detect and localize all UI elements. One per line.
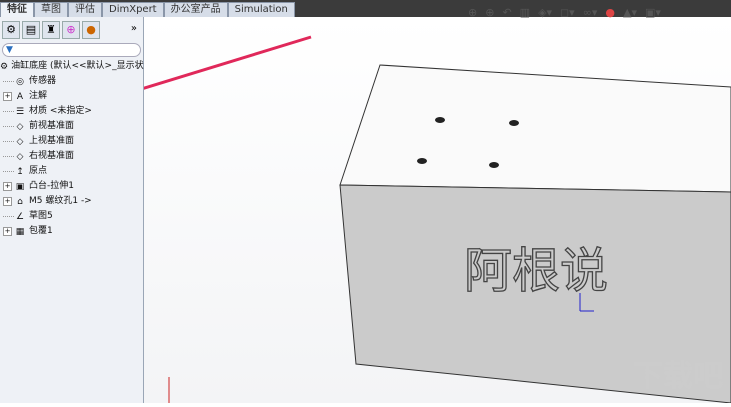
tree-item[interactable]: + ▣ 凸台-拉伸1 [0,179,143,194]
tree-line [3,111,14,112]
previous-view-icon[interactable]: ↶ [502,6,511,19]
tree-item[interactable]: ◎ 传感器 [0,74,143,89]
tree-line [3,126,14,127]
tree-line [3,171,14,172]
annotation-icon: A [16,91,24,102]
hide-show-icon[interactable]: ∞▾ [583,6,598,19]
extrude-icon: ▣ [15,181,25,192]
tree-item[interactable]: + A 注解 [0,89,143,104]
tree-item[interactable]: ◇ 上视基准面 [0,134,143,149]
expand-icon[interactable]: + [3,227,12,236]
display-tab-icon[interactable]: ● [82,21,100,39]
tree-item-label: 传感器 [29,76,57,86]
scene-icon[interactable]: ▲▾ [623,6,637,19]
material-icon: ☰ [15,106,25,117]
watermark: 下载吧 [633,359,723,394]
hole-icon: ⌂ [17,196,23,207]
tree-item[interactable]: ◇ 右视基准面 [0,149,143,164]
annotation-arrow [98,35,312,104]
origin-icon: ↥ [16,166,24,177]
tree-item-label: 前视基准面 [29,121,75,131]
sensor-icon: ◎ [16,76,24,87]
tree-item-label: 右视基准面 [29,151,75,161]
tab-features[interactable]: 特征 [0,2,34,18]
tree-item[interactable]: ∠ 草图5 [0,209,143,224]
view-settings-icon[interactable]: ▣▾ [645,6,661,19]
zoom-to-fit-icon[interactable]: ⊕ [468,6,477,19]
tree-item[interactable]: ↥ 原点 [0,164,143,179]
part-icon: ⚙ [0,61,9,72]
tab-dimxpert[interactable]: DimXpert [102,2,164,18]
expand-icon[interactable]: + [3,182,12,191]
tab-evaluate[interactable]: 评估 [68,2,102,18]
tree-item-label: 包覆1 [29,226,53,236]
tree-item[interactable]: ◇ 前视基准面 [0,119,143,134]
zoom-area-icon[interactable]: ⊕ [485,6,494,19]
dimxpert-tab-icon[interactable]: ⊕ [62,21,80,39]
command-tabs: 特征 草图 评估 DimXpert 办公室产品 Simulation [0,2,295,18]
plane-icon: ◇ [16,136,24,147]
box-top-face [339,64,731,193]
heads-up-toolbar: ⊕ ⊕ ↶ ▥ ◈▾ ◻▾ ∞▾ ● ▲▾ ▣▾ [468,6,661,19]
more-tabs-button[interactable]: » [131,23,137,34]
tree-item-label: 注解 [29,91,48,101]
tree-item-label: 凸台-拉伸1 [29,181,74,191]
feature-manager-panel: ⚙ ▤ ♜ ⊕ ● » ▼ ⚙ 油缸底座 (默认<<默认>_显示状 ◎ 传感器 + A 注解… [0,17,144,403]
tab-simulation[interactable]: Simulation [227,2,295,18]
tree-item[interactable]: ⚙ 油缸底座 (默认<<默认>_显示状 [0,59,144,74]
feature-tree: ⚙ 油缸底座 (默认<<默认>_显示状 ◎ 传感器 + A 注解 ☰ 材质 <未指定> ◇ 前视基准… [0,59,144,239]
section-view-icon[interactable]: ▥ [520,6,530,19]
tree-item-label: M5 螺纹孔1 -> [29,196,92,206]
property-tab-icon[interactable]: ▤ [22,21,40,39]
sketch-icon: ∠ [15,211,25,222]
filter-icon: ▼ [6,45,13,55]
filter-input[interactable]: ▼ [2,43,141,57]
tree-line [3,81,14,82]
feature-tree-tab-icon[interactable]: ⚙ [2,21,20,39]
tree-item[interactable]: ☰ 材质 <未指定> [0,104,143,119]
config-tab-icon[interactable]: ♜ [42,21,60,39]
plane-icon: ◇ [16,121,24,132]
wrap-icon: ▦ [15,226,25,237]
tab-sketch[interactable]: 草图 [34,2,68,18]
tab-office[interactable]: 办公室产品 [163,2,228,18]
tree-item-label: 上视基准面 [29,136,75,146]
tree-item-label: 材质 <未指定> [29,106,92,116]
tree-line [3,156,14,157]
tree-item-label: 草图5 [29,211,53,221]
tree-item-label: 油缸底座 (默认<<默认>_显示状 [11,61,144,71]
expand-icon[interactable]: + [3,197,12,206]
expand-icon[interactable]: + [3,92,12,101]
plane-icon: ◇ [16,151,24,162]
display-style-icon[interactable]: ◻▾ [560,6,575,19]
appearance-icon[interactable]: ● [605,6,615,19]
model-render: 阿根说 [89,35,731,404]
tree-line [3,141,14,142]
tree-item-label: 原点 [29,166,48,176]
tree-item[interactable]: + ▦ 包覆1 [0,224,143,239]
tree-item[interactable]: + ⌂ M5 螺纹孔1 -> [0,194,143,209]
engraved-text: 阿根说 [464,243,608,299]
view-orientation-icon[interactable]: ◈▾ [538,6,552,19]
tree-line [3,216,14,217]
graphics-viewport[interactable]: 阿根说 下载吧 [89,17,731,404]
